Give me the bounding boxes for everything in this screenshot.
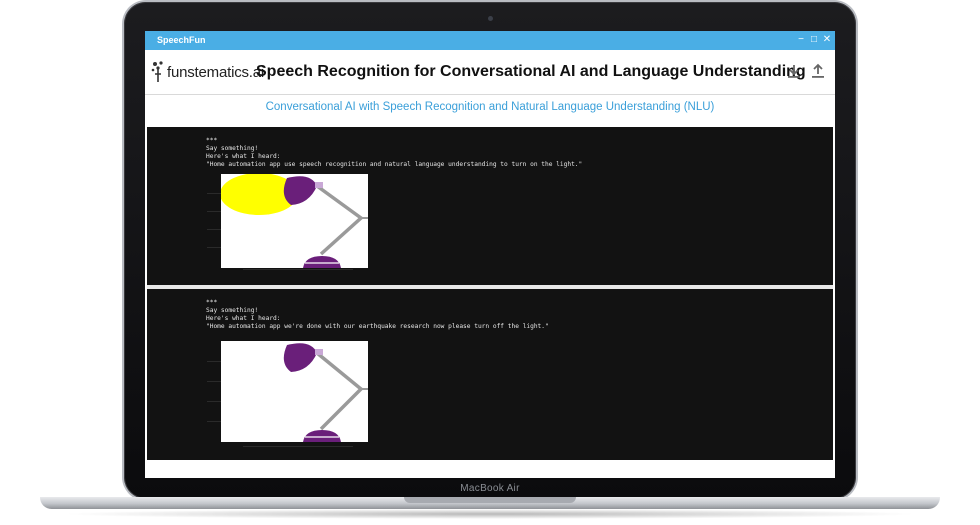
output-prompt: Say something! xyxy=(206,145,259,152)
plot-tick xyxy=(207,247,221,248)
lamp-plot-1 xyxy=(221,174,368,268)
terminal-output-2: *** Say something! Here's what I heard: … xyxy=(206,299,549,331)
lamp-illustration-on xyxy=(221,174,368,268)
output-marker: *** xyxy=(206,137,218,144)
output-heard-label: Here's what I heard: xyxy=(206,153,281,160)
terminal-output-1: *** Say something! Here's what I heard: … xyxy=(206,137,582,169)
page-title: Speech Recognition for Conversational AI… xyxy=(256,63,806,80)
laptop-model-label: MacBook Air xyxy=(460,483,520,494)
lamp-base xyxy=(303,256,341,268)
plot-tick xyxy=(207,361,221,362)
logo-text: funstematics.ai xyxy=(167,63,265,81)
upload-icon[interactable] xyxy=(810,63,826,79)
plot-tick xyxy=(207,193,221,194)
plot-tick xyxy=(207,381,221,382)
output-transcript: "Home automation app use speech recognit… xyxy=(206,161,583,168)
lamp-plot-2 xyxy=(221,341,368,442)
output-prompt: Say something! xyxy=(206,307,259,314)
close-button[interactable]: ✕ xyxy=(821,34,833,46)
plot-tick xyxy=(207,401,221,402)
lamp-arm xyxy=(315,351,364,431)
window-title: SpeechFun xyxy=(157,35,206,45)
app-header: funstematics.ai Speech Recognition for C… xyxy=(145,50,835,95)
laptop-shadow xyxy=(60,509,920,519)
plot-axis xyxy=(243,446,353,447)
output-transcript: "Home automation app we're done with our… xyxy=(206,323,549,330)
minimize-button[interactable]: − xyxy=(795,34,807,46)
lamp-head xyxy=(283,343,317,372)
output-heard-label: Here's what I heard: xyxy=(206,315,281,322)
plot-tick xyxy=(207,211,221,212)
logo-icon xyxy=(151,61,163,82)
page-subtitle: Conversational AI with Speech Recognitio… xyxy=(265,101,715,113)
plot-axis xyxy=(243,269,353,270)
app-window: SpeechFun − □ ✕ funstematics.ai Speech R… xyxy=(145,31,835,478)
download-icon[interactable] xyxy=(786,63,802,79)
lamp-base xyxy=(303,430,341,442)
output-pane-1: *** Say something! Here's what I heard: … xyxy=(147,127,833,285)
output-marker: *** xyxy=(206,299,218,306)
camera-icon xyxy=(488,16,493,21)
lamp-neck xyxy=(315,349,323,355)
lamp-neck xyxy=(315,182,323,188)
laptop-brand-bar: MacBook Air xyxy=(145,478,835,499)
lamp-illustration-off xyxy=(283,343,368,442)
lamp-head xyxy=(283,176,317,205)
title-bar: SpeechFun − □ ✕ xyxy=(145,31,835,50)
logo: funstematics.ai xyxy=(151,59,264,85)
output-pane-2: *** Say something! Here's what I heard: … xyxy=(147,289,833,460)
maximize-button[interactable]: □ xyxy=(808,34,820,46)
plot-tick xyxy=(207,421,221,422)
lamp-arm xyxy=(315,184,364,256)
plot-tick xyxy=(207,229,221,230)
